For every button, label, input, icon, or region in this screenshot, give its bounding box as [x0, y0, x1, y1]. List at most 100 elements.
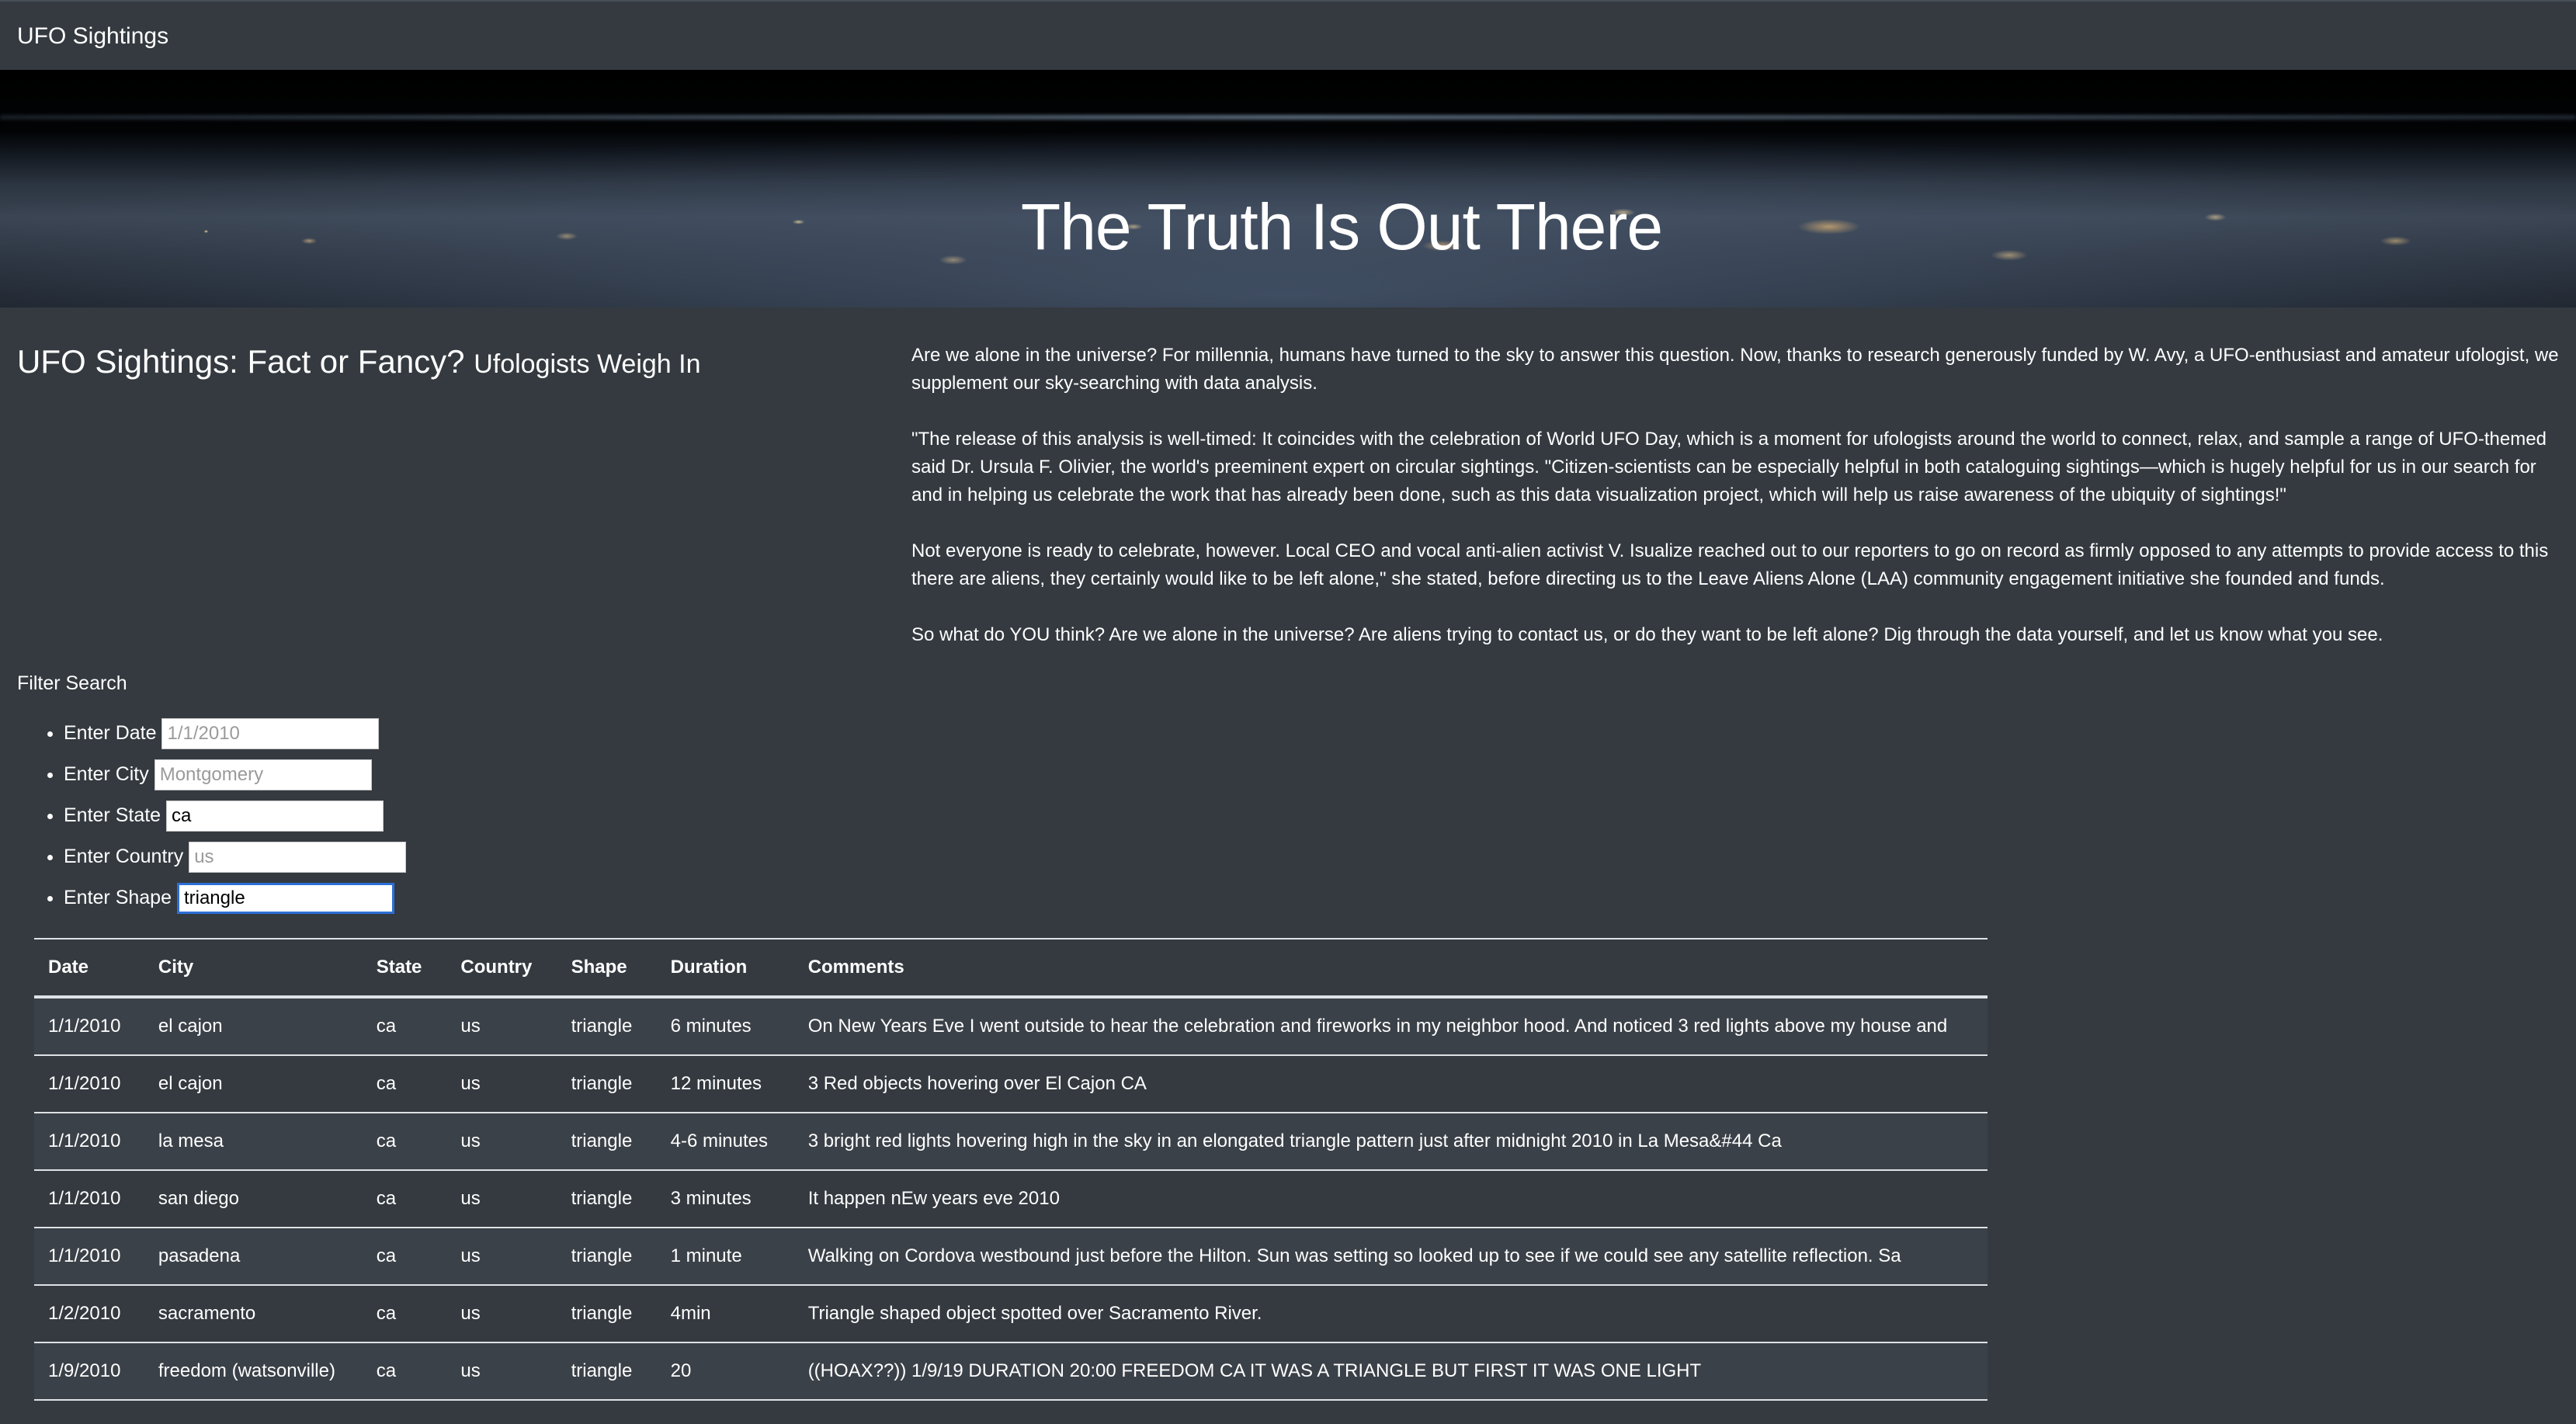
- page-heading: UFO Sightings: Fact or Fancy? Ufologists…: [17, 343, 701, 380]
- cell-state: ca: [362, 1342, 447, 1401]
- intro-paragraph: Not everyone is ready to celebrate, howe…: [911, 537, 2576, 593]
- brand-link[interactable]: UFO Sightings: [17, 23, 168, 50]
- enter-country-label: Enter Country: [64, 846, 184, 867]
- filter-item: Enter Date: [64, 713, 406, 754]
- cell-country: us: [446, 1285, 557, 1343]
- filter-search-title: Filter Search: [17, 672, 127, 694]
- cell-city: el cajon: [144, 997, 363, 1056]
- cell-date: 1/1/2010: [34, 997, 144, 1056]
- cell-comments: Walking on Cordova westbound just before…: [793, 1228, 1988, 1286]
- state-input[interactable]: [166, 801, 384, 832]
- cell-city: san diego: [144, 1170, 363, 1228]
- cell-shape: triangle: [557, 1342, 657, 1401]
- column-header-shape: Shape: [557, 938, 657, 999]
- table-row: 1/1/2010 el cajon ca us triangle 6 minutes On …: [34, 997, 1988, 1056]
- table-row: 1/1/2010 pasadena ca us triangle 1 minute Walk…: [34, 1228, 1988, 1286]
- filter-item: Enter Shape: [64, 877, 406, 919]
- cell-state: ca: [362, 1285, 447, 1343]
- cell-duration: 4-6 minutes: [656, 1113, 794, 1171]
- shape-input[interactable]: [176, 883, 394, 915]
- table-row: 1/9/2010 freedom (watsonville) ca us triangl…: [34, 1342, 1988, 1401]
- cell-country: us: [446, 1055, 557, 1113]
- cell-country: us: [446, 1228, 557, 1286]
- table-row: 1/1/2010 el cajon ca us triangle 12 minutes 3 …: [34, 1055, 1988, 1113]
- cell-comments: 3 Red objects hovering over El Cajon CA: [793, 1055, 1988, 1113]
- cell-duration: 20: [656, 1342, 794, 1401]
- intro-line: and in helping us celebrate the work tha…: [911, 485, 2286, 505]
- cell-comments: It happen nEw years eve 2010: [793, 1170, 1988, 1228]
- table-body: 1/1/2010 el cajon ca us triangle 6 minutes On …: [34, 997, 1988, 1401]
- cell-date: 1/1/2010: [34, 1170, 144, 1228]
- intro-paragraph: "The release of this analysis is well-ti…: [911, 425, 2576, 509]
- cell-shape: triangle: [557, 1285, 657, 1343]
- table-row: 1/1/2010 san diego ca us triangle 3 minutes It…: [34, 1170, 1988, 1228]
- enter-city-label: Enter City: [64, 763, 149, 785]
- filter-item: Enter State: [64, 795, 406, 836]
- page-subheading: Ufologists Weigh In: [474, 349, 701, 379]
- table-header: Date City State Country Shape Duration Comment…: [34, 938, 1988, 999]
- intro-line: said Dr. Ursula F. Olivier, the world's …: [911, 457, 2536, 478]
- enter-date-label: Enter Date: [64, 722, 157, 744]
- cell-shape: triangle: [557, 1170, 657, 1228]
- cell-shape: triangle: [557, 1228, 657, 1286]
- sightings-table-wrapper: Date City State Country Shape Duration Comment…: [34, 938, 1988, 1401]
- cell-shape: triangle: [557, 1055, 657, 1113]
- filter-list: Enter Date Enter City Enter State Enter …: [17, 713, 407, 919]
- column-header-duration: Duration: [656, 938, 794, 999]
- cell-state: ca: [362, 1170, 447, 1228]
- cell-duration: 4min: [656, 1285, 794, 1343]
- cell-comments: ((HOAX??)) 1/9/19 DURATION 20:00 FREEDOM…: [793, 1342, 1988, 1401]
- cell-comments: 3 bright red lights hovering high in the…: [793, 1113, 1988, 1171]
- table-header-row: Date City State Country Shape Duration Comment…: [34, 938, 1988, 999]
- intro-line: there are aliens, they certainly would l…: [911, 568, 2385, 589]
- column-header-country: Country: [446, 938, 557, 999]
- cell-duration: 1 minute: [656, 1228, 794, 1286]
- cell-duration: 12 minutes: [656, 1055, 794, 1113]
- cell-city: freedom (watsonville): [144, 1342, 363, 1401]
- cell-city: pasadena: [144, 1228, 363, 1286]
- city-input[interactable]: [154, 759, 372, 791]
- date-input[interactable]: [161, 718, 380, 750]
- table-row: 1/1/2010 la mesa ca us triangle 4-6 minutes 3 …: [34, 1113, 1988, 1171]
- hero-title: The Truth Is Out There: [1020, 190, 1663, 264]
- cell-date: 1/2/2010: [34, 1285, 144, 1343]
- cell-comments: Triangle shaped object spotted over Sacr…: [793, 1285, 1988, 1343]
- cell-country: us: [446, 1113, 557, 1171]
- table-row: 1/2/2010 sacramento ca us triangle 4min Triang…: [34, 1285, 1988, 1343]
- cell-state: ca: [362, 1055, 447, 1113]
- enter-shape-label: Enter Shape: [64, 887, 172, 908]
- navbar: UFO Sightings: [0, 0, 2576, 70]
- intro-line: Are we alone in the universe? For millen…: [911, 345, 2559, 366]
- column-header-comments: Comments: [793, 938, 1988, 999]
- cell-shape: triangle: [557, 997, 657, 1056]
- cell-shape: triangle: [557, 1113, 657, 1171]
- intro-line: "The release of this analysis is well-ti…: [911, 429, 2546, 450]
- intro-line: Not everyone is ready to celebrate, howe…: [911, 540, 2549, 561]
- cell-date: 1/9/2010: [34, 1342, 144, 1401]
- column-header-state: State: [362, 938, 447, 999]
- hero-banner: The Truth Is Out There: [0, 70, 2576, 307]
- column-header-city: City: [144, 938, 363, 999]
- filter-item: Enter Country: [64, 836, 407, 877]
- cell-city: la mesa: [144, 1113, 363, 1171]
- country-input[interactable]: [189, 842, 407, 874]
- enter-state-label: Enter State: [64, 804, 161, 826]
- cell-country: us: [446, 1342, 557, 1401]
- cell-state: ca: [362, 1228, 447, 1286]
- cell-comments: On New Years Eve I went outside to hear …: [793, 997, 1988, 1056]
- intro-line: So what do YOU think? Are we alone in th…: [911, 624, 2383, 645]
- intro-paragraph: Are we alone in the universe? For millen…: [911, 342, 2576, 398]
- cell-city: sacramento: [144, 1285, 363, 1343]
- cell-date: 1/1/2010: [34, 1228, 144, 1286]
- intro-line: supplement our sky-searching with data a…: [911, 373, 1318, 394]
- cell-city: el cajon: [144, 1055, 363, 1113]
- cell-duration: 3 minutes: [656, 1170, 794, 1228]
- column-header-date: Date: [34, 938, 144, 999]
- intro-article: Are we alone in the universe? For millen…: [911, 342, 2576, 668]
- page-heading-main: UFO Sightings: Fact or Fancy?: [17, 343, 465, 380]
- cell-duration: 6 minutes: [656, 997, 794, 1056]
- cell-country: us: [446, 1170, 557, 1228]
- intro-paragraph: So what do YOU think? Are we alone in th…: [911, 621, 2576, 649]
- earth-horizon-glow: [0, 115, 2576, 120]
- cell-state: ca: [362, 1113, 447, 1171]
